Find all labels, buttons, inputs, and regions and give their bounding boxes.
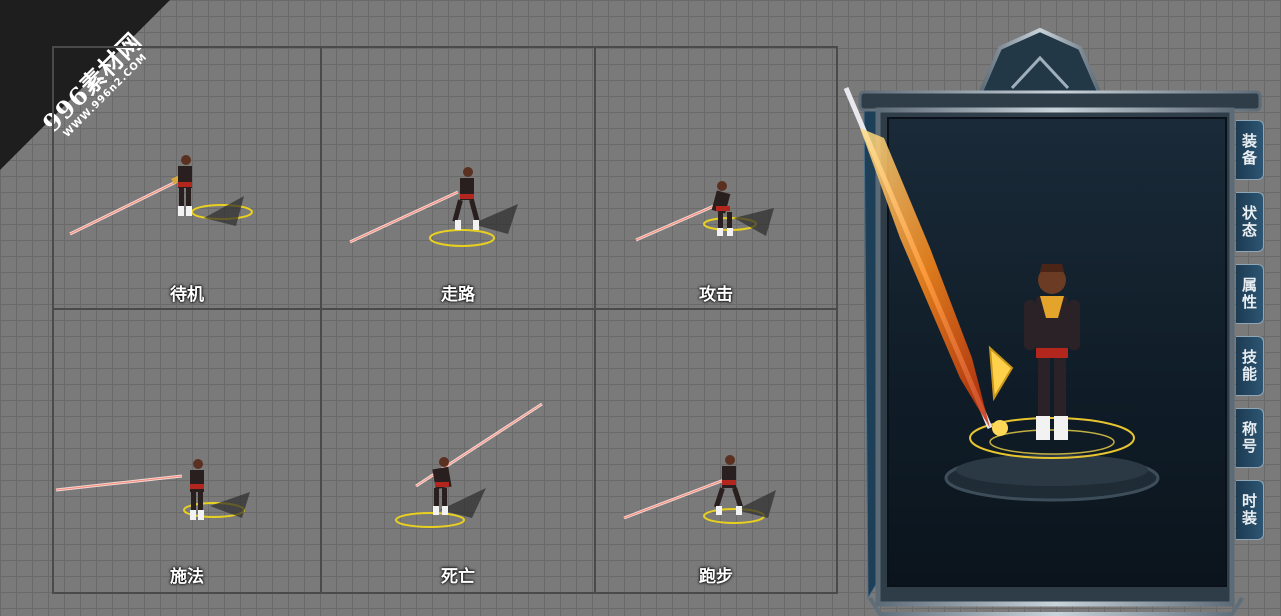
tab-titles[interactable]: 称号: [1236, 408, 1264, 468]
animation-label-run: 跑步: [699, 567, 733, 587]
run-sprite: [623, 455, 776, 524]
animation-label-attack: 攻击: [699, 285, 733, 305]
attack-sprite: [635, 181, 774, 242]
animation-cell-death: 死亡: [322, 310, 596, 592]
animation-label-walk: 走路: [441, 285, 475, 305]
walk-sprite: [349, 167, 518, 247]
animation-label-death: 死亡: [441, 567, 475, 587]
idle-sprite: [69, 155, 253, 236]
animation-cell-idle: 待机: [54, 48, 322, 310]
tab-status[interactable]: 状态: [1236, 192, 1264, 252]
tab-fashion[interactable]: 时装: [1236, 480, 1264, 540]
animation-label-cast: 施法: [170, 567, 204, 587]
animation-grid: 待机 走路 攻击 施法 死亡 跑步: [52, 46, 838, 594]
animation-cell-run: 跑步: [596, 310, 836, 592]
tab-attributes[interactable]: 属性: [1236, 264, 1264, 324]
panel-frame: [843, 27, 1262, 616]
cast-sprite: [55, 459, 250, 520]
animation-cell-cast: 施法: [54, 310, 322, 592]
tab-equipment[interactable]: 装备: [1236, 120, 1264, 180]
animation-cell-walk: 走路: [322, 48, 596, 310]
death-sprite: [395, 402, 543, 528]
animation-cell-attack: 攻击: [596, 48, 836, 310]
tab-skills[interactable]: 技能: [1236, 336, 1264, 396]
character-panel: [840, 18, 1281, 616]
animation-label-idle: 待机: [170, 285, 204, 305]
